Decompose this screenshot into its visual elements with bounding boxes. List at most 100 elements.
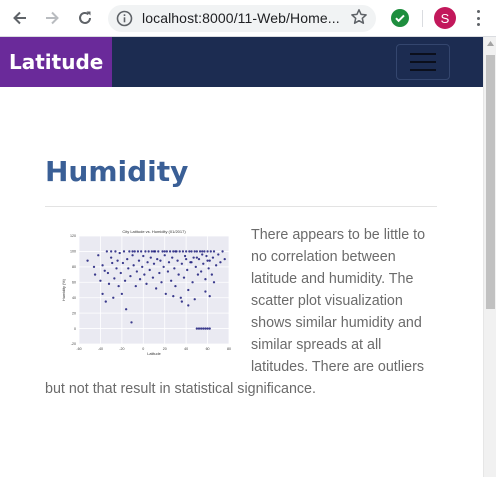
chart-data-point [151, 276, 155, 279]
chart-data-point [209, 250, 212, 253]
info-icon[interactable] [116, 10, 133, 27]
chart-data-point [214, 264, 218, 267]
chart-data-point [149, 256, 152, 259]
chart-data-point [210, 273, 214, 276]
chart-data-point [179, 296, 182, 299]
forward-button[interactable] [41, 7, 63, 29]
chart-data-point [152, 262, 156, 265]
chart-data-point [115, 267, 118, 270]
chart-data-point [154, 287, 158, 290]
chart-data-point [135, 270, 139, 273]
scroll-up-arrow[interactable] [484, 41, 496, 49]
chart-data-point [186, 268, 189, 272]
chart-data-point [117, 284, 120, 288]
chart-data-point [204, 278, 207, 281]
chart-data-point [197, 257, 201, 261]
chart-y-tick-label: 120 [70, 234, 76, 238]
chart-data-point [128, 250, 131, 253]
hamburger-icon [410, 53, 436, 55]
chart-data-point [105, 250, 109, 253]
chart-data-point [86, 259, 89, 262]
chart-data-point [119, 271, 122, 275]
chart-data-point [131, 250, 134, 253]
chart-data-point [201, 253, 204, 256]
star-icon[interactable] [350, 8, 368, 26]
chart-y-axis-label: Humidity (%) [62, 278, 66, 300]
navbar-toggle-button[interactable] [396, 44, 450, 80]
chart-data-point [131, 254, 134, 257]
extension-check-icon [395, 14, 405, 23]
chart-data-point [145, 282, 148, 285]
chart-data-point [217, 253, 220, 256]
chart-title: City Latitude vs. Humidity (01/2017) [122, 229, 186, 234]
chart-data-point [201, 250, 204, 253]
chart-data-point [208, 295, 211, 298]
chart-data-point [127, 267, 130, 270]
main-content: -60 -40 -20 0 20 40 60 80 -20 0 20 40 60 80 100 120 City… [45, 224, 437, 400]
more-vert-icon[interactable] [470, 8, 486, 28]
chart-data-point [101, 292, 104, 296]
chart-data-point [195, 250, 199, 253]
chart-data-point [166, 270, 170, 273]
chart-data-point [126, 257, 129, 261]
chart-data-point [193, 250, 196, 253]
chart-data-point [99, 279, 102, 282]
forward-arrow-icon [46, 11, 59, 25]
address-bar[interactable]: localhost:8000/11-Web/Home... [108, 5, 376, 32]
back-button[interactable] [9, 7, 31, 29]
chart-data-point [204, 290, 207, 293]
chart-data-point [199, 270, 203, 273]
humidity-scatter-chart[interactable]: -60 -40 -20 0 20 40 60 80 -20 0 20 40 60 80 100 120 City… [57, 224, 237, 358]
chart-data-point [206, 259, 209, 262]
chart-data-point [173, 267, 176, 270]
browser-toolbar: localhost:8000/11-Web/Home... S [0, 0, 496, 37]
reload-button[interactable] [74, 7, 96, 29]
url-text[interactable]: localhost:8000/11-Web/Home... [142, 10, 340, 26]
chart-data-point [180, 262, 184, 265]
chart-data-point [187, 288, 190, 292]
chart-data-point [191, 281, 194, 284]
profile-avatar[interactable]: S [434, 7, 456, 29]
chart-data-point [148, 268, 151, 272]
chart-data-point [142, 254, 145, 258]
chart-data-point [206, 250, 209, 253]
chart-data-point [212, 281, 216, 284]
chart-data-point [183, 254, 187, 258]
chart-data-point [141, 265, 144, 269]
chart-data-point [219, 261, 222, 264]
chart-x-tick-label: 0 [142, 347, 144, 351]
chart-x-tick-label: 20 [163, 347, 167, 351]
chart-data-point [199, 327, 203, 330]
chart-data-point [223, 257, 226, 261]
chart-data-point [116, 259, 119, 262]
chart-data-point [188, 250, 191, 253]
chart-data-point [211, 256, 215, 259]
extension-button[interactable] [391, 9, 409, 27]
chart-y-tick-label: 100 [70, 250, 76, 254]
chart-data-point [109, 250, 113, 253]
chart-data-point [118, 251, 121, 255]
chart-data-point [198, 250, 202, 253]
chart-y-tick-label: 0 [74, 327, 76, 331]
chart-data-point [111, 261, 114, 265]
chart-data-point [204, 327, 207, 330]
chart-x-tick-label: 40 [184, 347, 188, 351]
page-scrollbar[interactable] [483, 37, 496, 477]
chart-data-point [123, 279, 127, 282]
chart-x-tick-label: -60 [76, 347, 81, 351]
scrollbar-thumb[interactable] [486, 55, 495, 309]
chart-x-axis-label: Latitude [147, 352, 161, 356]
chart-data-point [143, 273, 146, 276]
chart-data-point [182, 276, 186, 279]
chart-data-point [195, 327, 199, 330]
chart-data-point [178, 250, 181, 253]
chart-data-point [193, 298, 196, 301]
navbar-brand[interactable]: Latitude [0, 37, 112, 87]
chart-data-point [152, 250, 156, 253]
chart-data-point [106, 271, 110, 275]
page-title: Humidity [45, 155, 189, 188]
chart-data-point [163, 254, 166, 257]
chart-data-point [144, 250, 147, 253]
chart-data-point [120, 292, 124, 296]
chart-data-point [172, 250, 175, 253]
